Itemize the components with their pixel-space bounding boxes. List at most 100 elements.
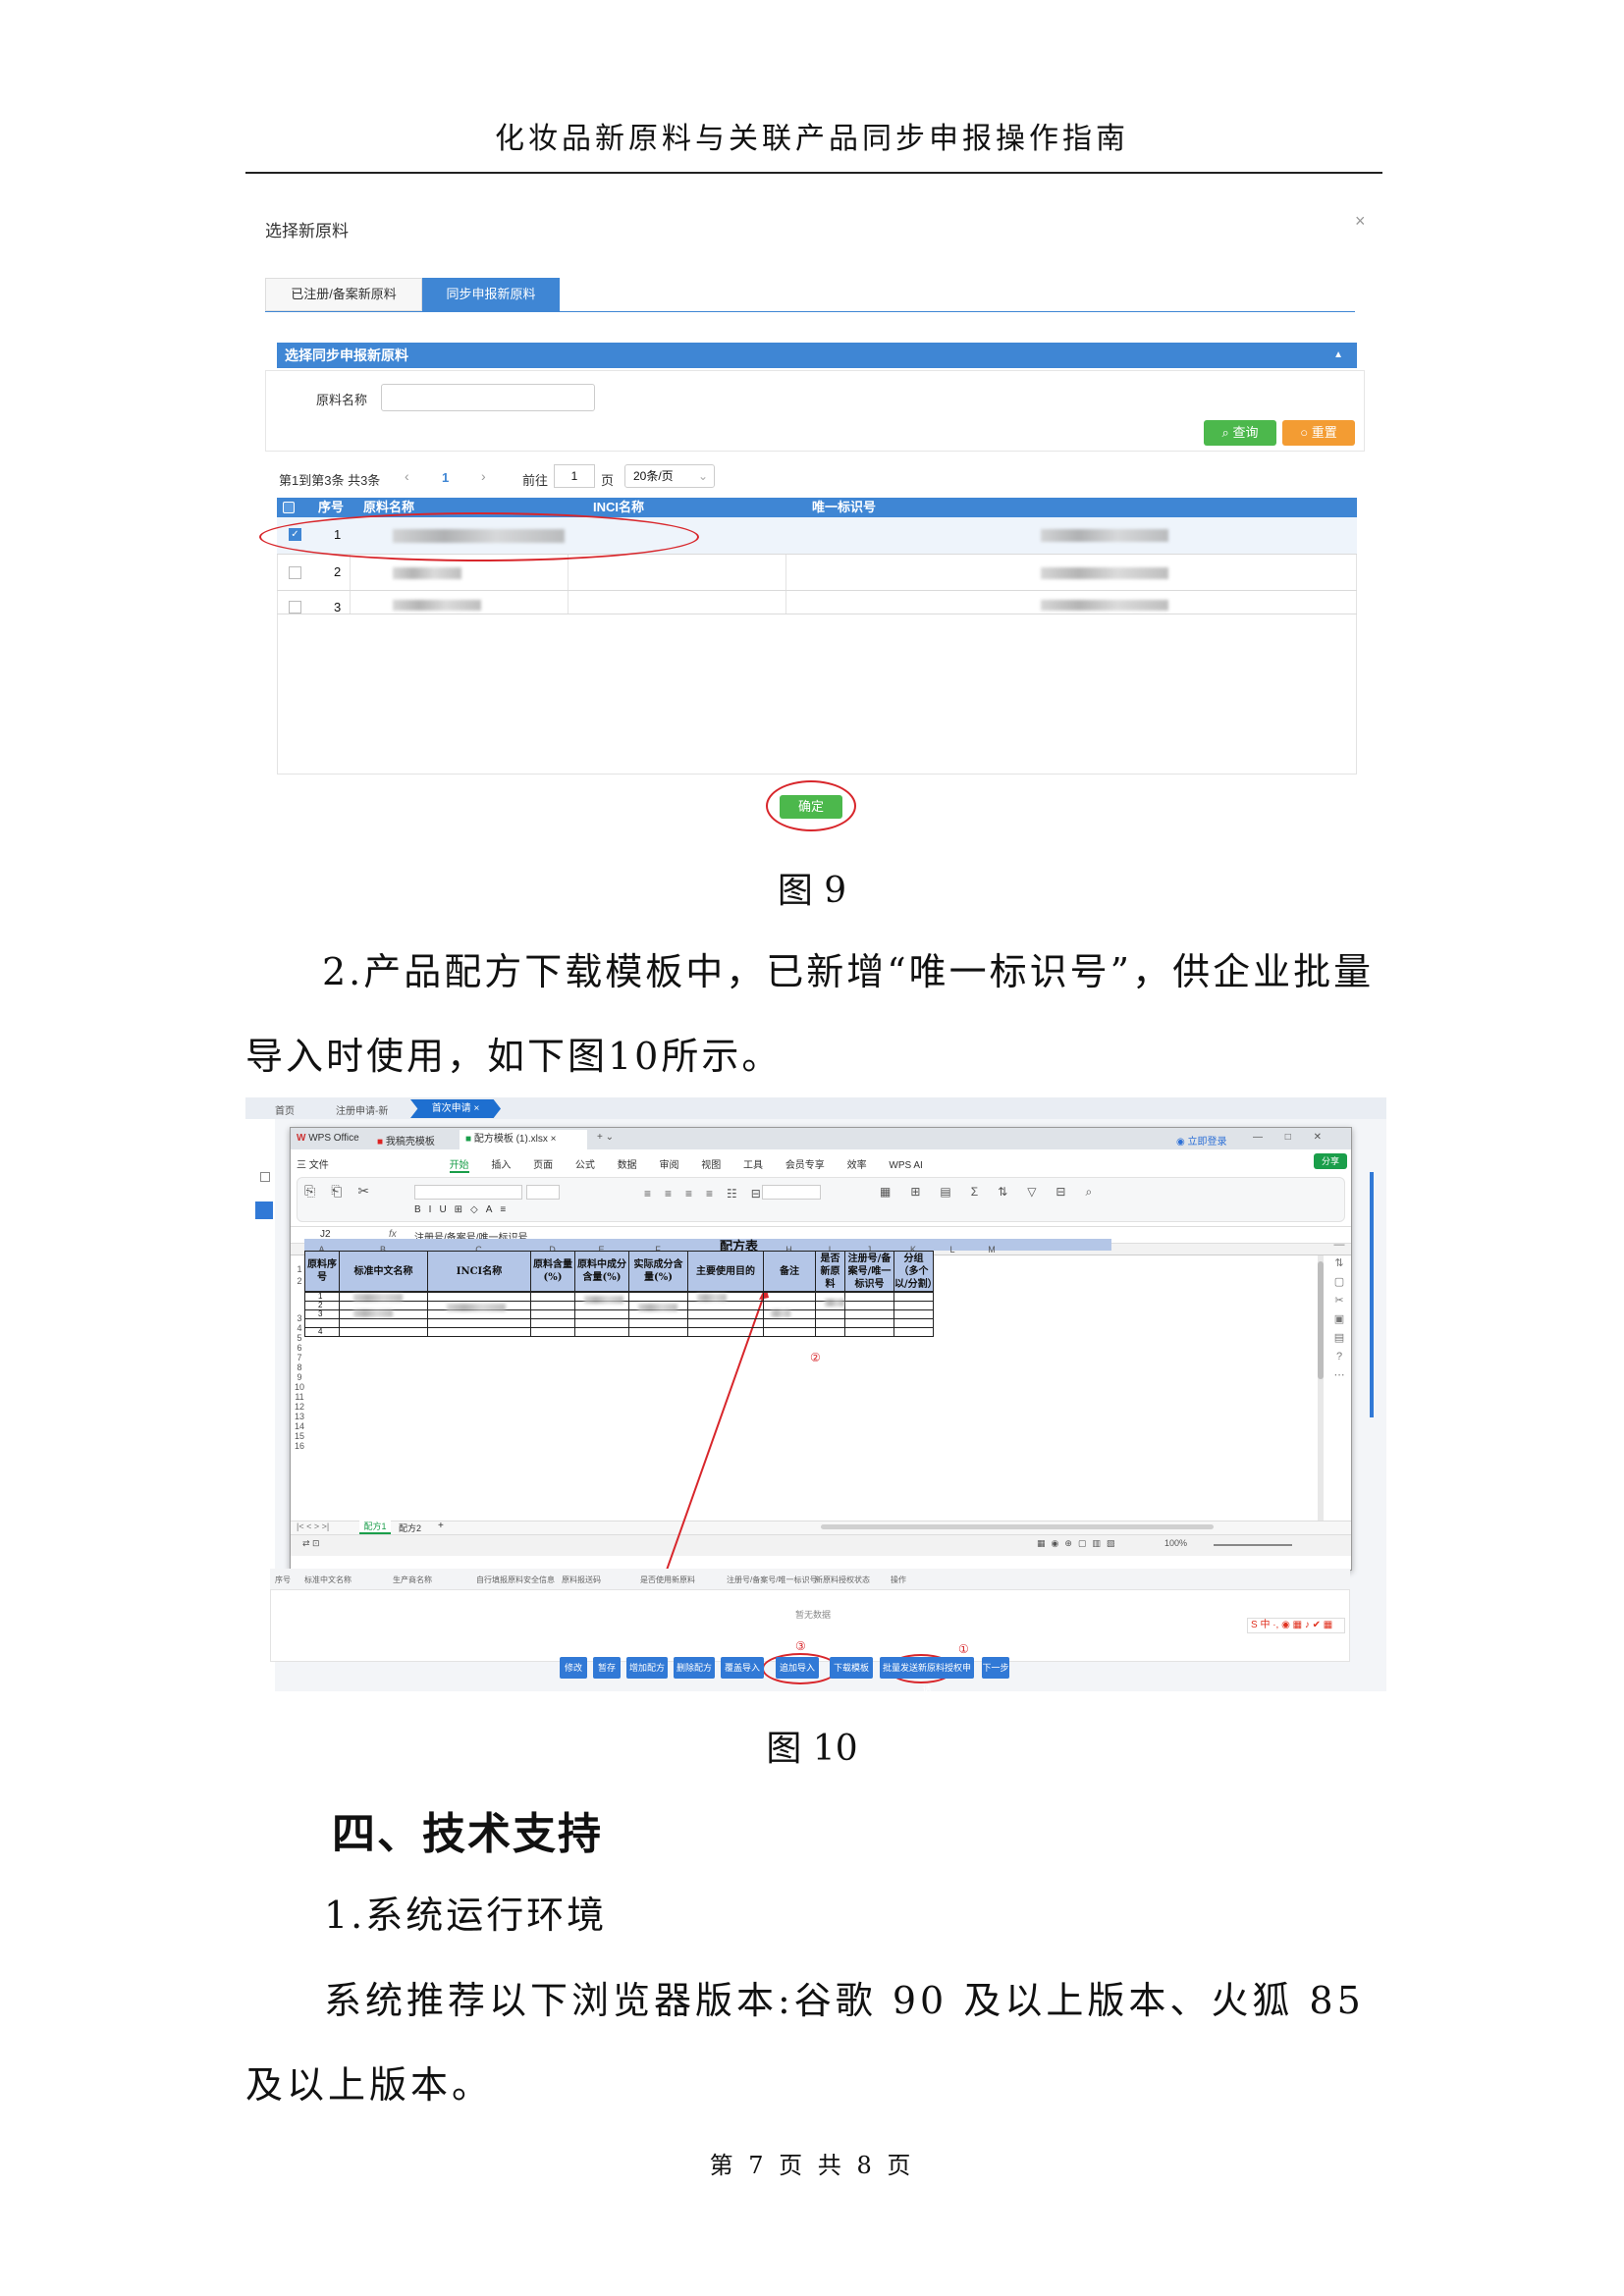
figure-9-caption: 图 9 bbox=[777, 871, 847, 911]
redacted-cell bbox=[353, 1309, 393, 1317]
figure-10-caption: 图 10 bbox=[766, 1729, 858, 1769]
column-header-m[interactable]: M bbox=[972, 1245, 1011, 1255]
action-button-1[interactable]: 修改 bbox=[560, 1657, 587, 1679]
prev-page-icon[interactable]: ‹ bbox=[405, 468, 409, 484]
row-number: 9 bbox=[297, 1372, 302, 1382]
redacted-uid-2 bbox=[1041, 567, 1168, 579]
row-number: 15 bbox=[294, 1431, 304, 1441]
close-icon[interactable]: × bbox=[1355, 211, 1366, 232]
list-col-header: 注册号/备案号/唯一标识号 bbox=[727, 1575, 818, 1584]
row-id: 1 bbox=[318, 1292, 323, 1301]
list-col-header: 原料报送码 bbox=[562, 1575, 601, 1584]
redacted-cell bbox=[771, 1309, 790, 1317]
highlight-ellipse-confirm bbox=[766, 780, 856, 831]
row-number: 10 bbox=[294, 1382, 304, 1392]
action-button-7[interactable]: 下载模板 bbox=[830, 1657, 873, 1679]
grid-cell[interactable] bbox=[427, 1327, 531, 1337]
action-button-4[interactable]: 删除配方 bbox=[674, 1657, 715, 1679]
action-button-5[interactable]: 覆盖导入 bbox=[721, 1657, 764, 1679]
section-4-heading: 四、技术支持 bbox=[332, 1809, 603, 1859]
list-col-header: 标准中文名称 bbox=[304, 1575, 352, 1584]
row-2-checkbox[interactable] bbox=[289, 566, 301, 579]
mark-2: ② bbox=[810, 1351, 821, 1364]
goto-label: 前往 bbox=[522, 473, 549, 488]
paragraph-1: 2.产品配方下载模板中，已新增“唯一标识号”，供企业批量导入时使用，如下图10所… bbox=[245, 950, 1375, 1078]
row-3-checkbox[interactable] bbox=[289, 601, 301, 614]
figure-10-screenshot: 首页 注册申请-新 首次申请 × W WPS Office ■ 我稿壳模板 ■ … bbox=[245, 1097, 1386, 1691]
dialog-title: 选择新原料 bbox=[265, 222, 349, 240]
header-cell: 分组（多个以/分割） bbox=[893, 1251, 938, 1292]
section-bar: 选择同步申报新原料 ▲ bbox=[277, 343, 1357, 368]
next-page-icon[interactable]: › bbox=[481, 468, 486, 484]
search-icon: ⌕ bbox=[1221, 425, 1233, 440]
grid-cell[interactable] bbox=[339, 1327, 428, 1337]
grid-cell[interactable] bbox=[574, 1327, 629, 1337]
row-3-index: 3 bbox=[334, 600, 342, 614]
action-button-6[interactable]: 追加导入 bbox=[776, 1657, 819, 1679]
grid-cell[interactable] bbox=[687, 1327, 764, 1337]
col-uid: 唯一标识号 bbox=[812, 500, 877, 514]
row-number: 16 bbox=[294, 1441, 304, 1451]
section-title: 选择同步申报新原料 bbox=[285, 347, 408, 363]
header-cell: 原料含量(%) bbox=[530, 1251, 575, 1292]
header-cell: 主要使用目的 bbox=[687, 1251, 764, 1292]
grid-cell[interactable] bbox=[763, 1327, 816, 1337]
header-cell: INCI名称 bbox=[427, 1251, 531, 1292]
grid-cell[interactable] bbox=[815, 1327, 845, 1337]
collapse-icon[interactable]: ▲ bbox=[1333, 343, 1343, 368]
row-number: 13 bbox=[294, 1412, 304, 1421]
row-id: 3 bbox=[318, 1309, 323, 1318]
document-header: 化妆品新原料与关联产品同步申报操作指南 bbox=[495, 122, 1129, 156]
header-cell: 备注 bbox=[763, 1251, 816, 1292]
redacted-cell bbox=[638, 1304, 677, 1311]
list-col-header: 新原料授权状态 bbox=[815, 1575, 870, 1584]
row-number: 6 bbox=[297, 1343, 302, 1353]
field-label: 原料名称 bbox=[316, 393, 368, 407]
col-inci: INCI名称 bbox=[593, 500, 645, 514]
list-col-header: 序号 bbox=[275, 1575, 291, 1584]
action-button-2[interactable]: 暂存 bbox=[593, 1657, 621, 1679]
select-all-checkbox[interactable] bbox=[283, 502, 295, 513]
input-method-bar[interactable]: S 中 ·, ◉ ▦ ♪ ✔ ▦ bbox=[1247, 1618, 1345, 1633]
chevron-down-icon: ⌄ bbox=[697, 469, 708, 483]
grid-cell[interactable] bbox=[893, 1327, 934, 1337]
header-cell: 注册号/备案号/唯一标识号 bbox=[844, 1251, 894, 1292]
action-button-8[interactable]: 批量发送新原料授权申请 bbox=[880, 1657, 974, 1691]
redacted-cell bbox=[584, 1296, 623, 1304]
list-col-header: 是否使用新原料 bbox=[640, 1575, 695, 1584]
tab-registered[interactable]: 已注册/备案新原料 bbox=[265, 278, 422, 311]
current-page[interactable]: 1 bbox=[442, 470, 449, 485]
row-id: 4 bbox=[318, 1327, 323, 1336]
redacted-cell bbox=[825, 1299, 844, 1307]
subheading-1: 1.系统运行环境 bbox=[324, 1894, 608, 1937]
header-cell: 原料序号 bbox=[304, 1251, 340, 1292]
action-button-9[interactable]: 下一步 bbox=[982, 1657, 1009, 1679]
per-page-select[interactable]: 20条/页 ⌄ bbox=[624, 464, 715, 488]
grid-cell[interactable] bbox=[844, 1327, 894, 1337]
mark-1: ① bbox=[958, 1642, 969, 1656]
reset-button[interactable]: ○ 重置 bbox=[1282, 420, 1355, 446]
redacted-uid-3 bbox=[1041, 600, 1168, 611]
redacted-cell bbox=[447, 1304, 506, 1311]
material-name-input[interactable] bbox=[381, 384, 595, 411]
row-number: 7 bbox=[297, 1353, 302, 1362]
row-2-index: 2 bbox=[334, 564, 342, 579]
reset-icon: ○ bbox=[1300, 425, 1312, 440]
column-header-l[interactable]: L bbox=[933, 1245, 972, 1255]
query-button[interactable]: ⌕ 查询 bbox=[1204, 420, 1276, 446]
row-number: 12 bbox=[294, 1402, 304, 1412]
grid-cell[interactable] bbox=[530, 1327, 575, 1337]
list-col-header: 操作 bbox=[891, 1575, 906, 1584]
goto-input[interactable]: 1 bbox=[554, 464, 595, 488]
header-rule bbox=[245, 172, 1382, 174]
redacted-cell bbox=[697, 1294, 727, 1302]
grid-cell[interactable] bbox=[628, 1327, 688, 1337]
highlight-ellipse-row bbox=[259, 512, 699, 561]
row-number: 11 bbox=[295, 1392, 304, 1402]
row-number: 8 bbox=[297, 1362, 302, 1372]
redacted-name-3 bbox=[393, 600, 481, 611]
tab-sync[interactable]: 同步申报新原料 bbox=[422, 278, 560, 311]
page-unit: 页 bbox=[601, 473, 615, 488]
redacted-uid-1 bbox=[1041, 529, 1168, 542]
action-button-3[interactable]: 增加配方 bbox=[626, 1657, 668, 1679]
